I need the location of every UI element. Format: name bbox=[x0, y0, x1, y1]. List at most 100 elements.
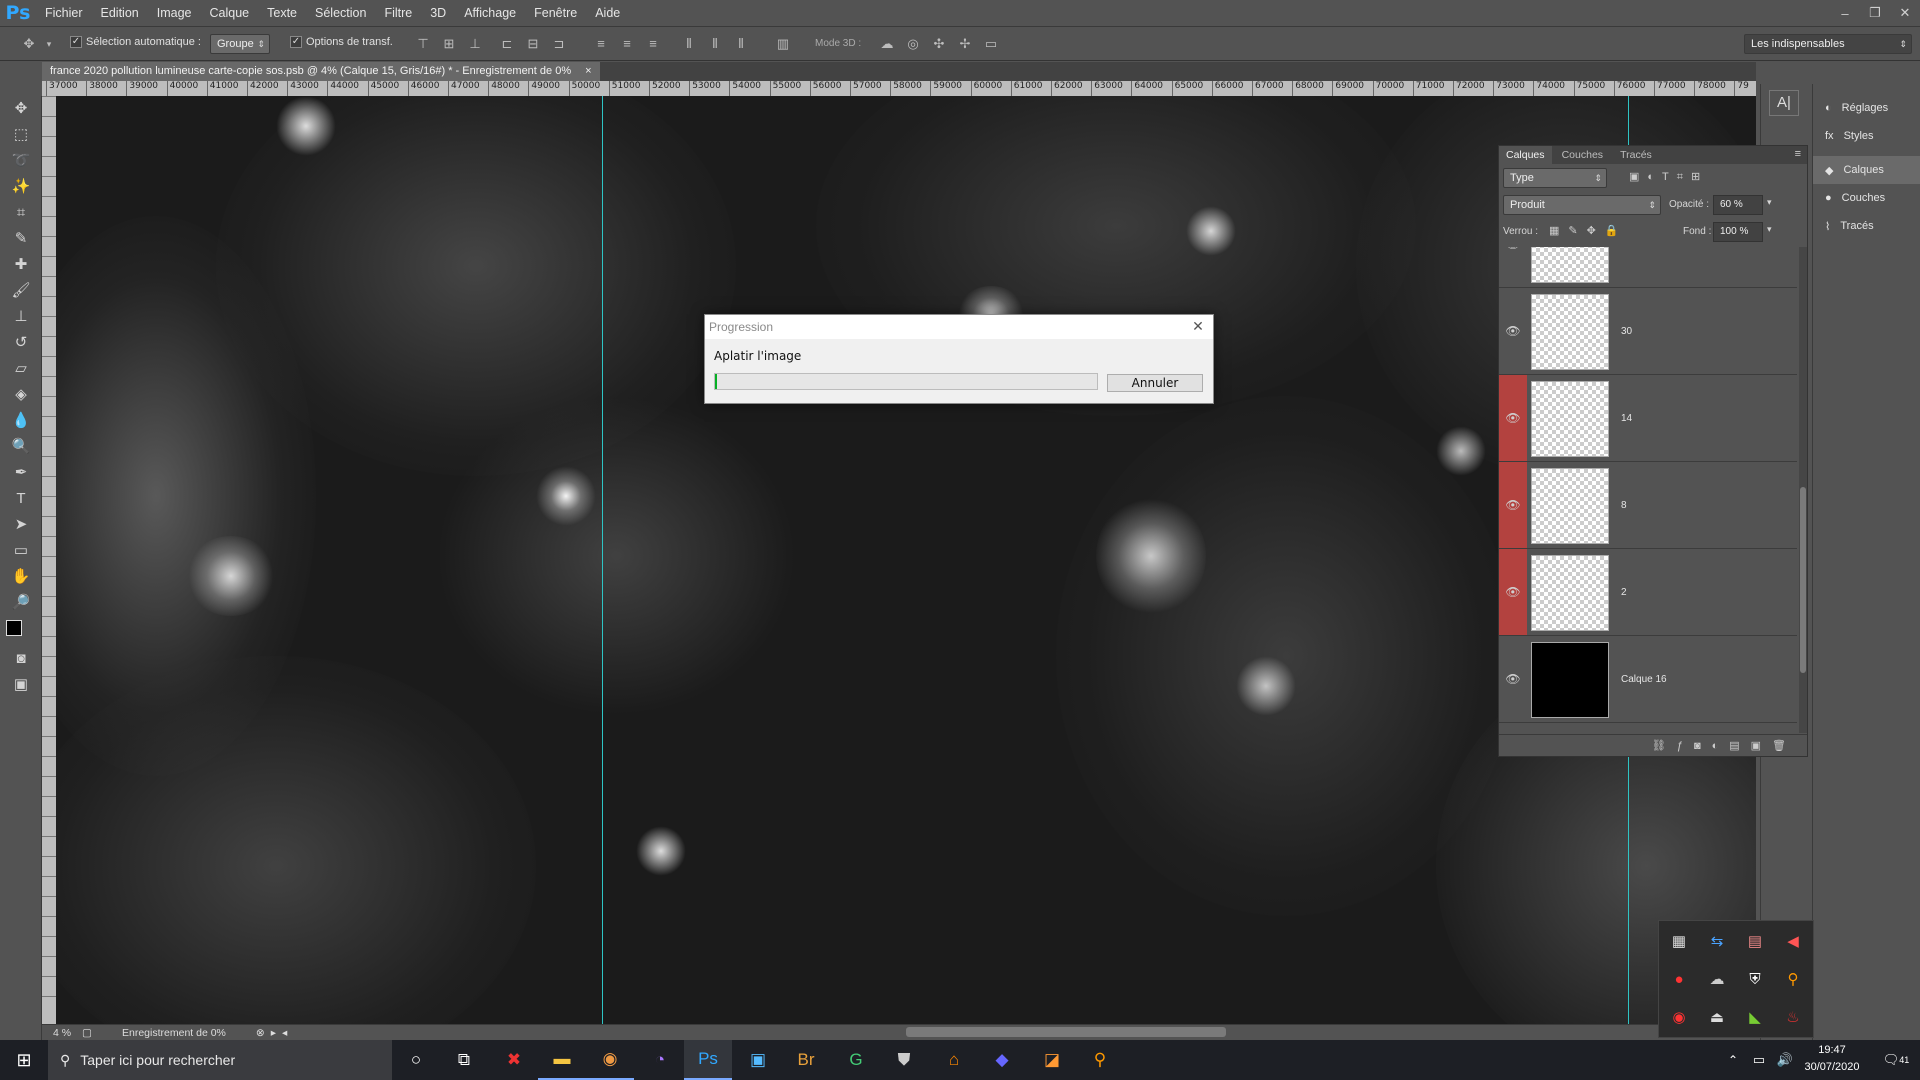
distribute-vcenter-icon[interactable]: ≡ bbox=[618, 35, 636, 53]
search-icon[interactable]: ⚲ bbox=[1775, 961, 1811, 997]
tab-calques[interactable]: Calques bbox=[1499, 146, 1552, 164]
tray-app-icon[interactable]: ♨ bbox=[1775, 999, 1811, 1035]
cancel-icon[interactable]: ⊗ bbox=[256, 1027, 265, 1039]
auto-select-dropdown[interactable]: Groupe bbox=[210, 34, 270, 54]
healing-brush-icon[interactable]: ✚ bbox=[0, 252, 42, 278]
teamviewer-icon[interactable]: ⇆ bbox=[1699, 923, 1735, 959]
dock-item-traces[interactable]: ⌇ Tracés bbox=[1813, 212, 1920, 240]
notification-icon[interactable]: 🗨 41 bbox=[1872, 1040, 1920, 1080]
panel-menu-icon[interactable]: ≡ bbox=[1795, 148, 1801, 160]
blend-mode-dropdown[interactable]: Produit bbox=[1503, 195, 1661, 215]
visibility-eye-icon[interactable]: 👁 bbox=[1499, 288, 1527, 374]
rectangle-tool-icon[interactable]: ▭ bbox=[0, 538, 42, 564]
nvidia-icon[interactable]: ◣ bbox=[1737, 999, 1773, 1035]
menu-3d[interactable]: 3D bbox=[421, 0, 455, 27]
fill-input[interactable]: 100 % bbox=[1713, 222, 1763, 242]
chevron-down-icon[interactable]: ▾ bbox=[40, 35, 58, 53]
tray-app-icon[interactable]: ☁ bbox=[1699, 961, 1735, 997]
zoom-level[interactable]: 4 % bbox=[42, 1027, 82, 1039]
chevron-down-icon[interactable]: ▾ bbox=[1767, 224, 1772, 235]
slide-3d-icon[interactable]: ✢ bbox=[956, 35, 974, 53]
align-top-icon[interactable]: ⊤ bbox=[414, 35, 432, 53]
workspace-dropdown[interactable]: Les indispensables bbox=[1744, 34, 1912, 54]
vertical-guide[interactable] bbox=[602, 96, 603, 1024]
align-right-icon[interactable]: ⊐ bbox=[550, 35, 568, 53]
app-icon-red-x[interactable]: ✖ bbox=[490, 1040, 538, 1080]
layer-row[interactable]: 👁 8 bbox=[1499, 462, 1797, 549]
filter-icons[interactable]: ▣◐T⌗⊞ bbox=[1629, 170, 1708, 184]
tab-couches[interactable]: Couches bbox=[1555, 146, 1610, 164]
dock-item-reglages[interactable]: ◐ Réglages bbox=[1813, 94, 1920, 122]
photoshop-taskbar-icon[interactable]: Ps bbox=[684, 1040, 732, 1080]
layer-name[interactable]: 14 bbox=[1621, 413, 1632, 424]
dock-item-styles[interactable]: fx Styles bbox=[1813, 122, 1920, 150]
layer-row[interactable]: 👁 2 bbox=[1499, 549, 1797, 636]
distribute-hcenter-icon[interactable]: ⫴ bbox=[706, 35, 724, 53]
tray-app-icon[interactable]: ● bbox=[1661, 961, 1697, 997]
distribute-bottom-icon[interactable]: ≡ bbox=[644, 35, 662, 53]
auto-align-icon[interactable]: ▥ bbox=[774, 35, 792, 53]
brush-tool-icon[interactable]: 🖌 bbox=[0, 278, 42, 304]
pen-tool-icon[interactable]: ✒ bbox=[0, 460, 42, 486]
tray-app-icon[interactable]: ▦ bbox=[1661, 923, 1697, 959]
search-app-icon[interactable]: ⚲ bbox=[1076, 1040, 1124, 1080]
paint-bucket-icon[interactable]: ◈ bbox=[0, 382, 42, 408]
menu-aide[interactable]: Aide bbox=[586, 0, 629, 27]
visibility-eye-icon[interactable]: 👁 bbox=[1499, 549, 1527, 635]
chevron-down-icon[interactable]: ▾ bbox=[1767, 197, 1772, 208]
visibility-eye-icon[interactable]: 👁 bbox=[1499, 375, 1527, 461]
close-icon[interactable]: ✕ bbox=[1890, 3, 1920, 23]
align-hcenter-icon[interactable]: ⊟ bbox=[524, 35, 542, 53]
layer-row[interactable]: 👁 60 bbox=[1499, 247, 1797, 288]
layer-row[interactable]: 👁 30 bbox=[1499, 288, 1797, 375]
dock-item-couches[interactable]: ● Couches bbox=[1813, 184, 1920, 212]
menu-fenetre[interactable]: Fenêtre bbox=[525, 0, 586, 27]
type-tool-icon[interactable]: T bbox=[0, 486, 42, 512]
menu-affichage[interactable]: Affichage bbox=[455, 0, 525, 27]
app-icon[interactable]: ◔ bbox=[636, 1040, 684, 1080]
windows-start-icon[interactable]: ⊞ bbox=[0, 1040, 48, 1080]
speaker-icon[interactable]: ◀ bbox=[1775, 923, 1811, 959]
restore-icon[interactable]: ❐ bbox=[1860, 3, 1890, 23]
pan-3d-icon[interactable]: ✣ bbox=[930, 35, 948, 53]
crop-tool-icon[interactable]: ⌗ bbox=[0, 200, 42, 226]
visibility-eye-icon[interactable]: 👁 bbox=[1499, 462, 1527, 548]
move-tool-icon[interactable]: ✥ bbox=[20, 35, 38, 53]
magic-wand-icon[interactable]: ✨ bbox=[0, 174, 42, 200]
document-tab[interactable]: france 2020 pollution lumineuse carte-co… bbox=[42, 62, 600, 81]
quick-mask-icon[interactable]: ◙ bbox=[0, 646, 42, 672]
minimize-icon[interactable]: – bbox=[1830, 3, 1860, 23]
chevron-right-icon[interactable]: ▸ bbox=[271, 1027, 276, 1039]
visibility-eye-icon[interactable]: 👁 bbox=[1499, 636, 1527, 722]
eraser-icon[interactable]: ▱ bbox=[0, 356, 42, 382]
app-icon[interactable]: ▣ bbox=[734, 1040, 782, 1080]
blur-tool-icon[interactable]: 💧 bbox=[0, 408, 42, 434]
layer-name[interactable]: 60 bbox=[1621, 247, 1632, 250]
layer-actions[interactable]: ⛓ƒ◙◐▤▣🗑 bbox=[1499, 734, 1807, 756]
tab-traces[interactable]: Tracés bbox=[1613, 146, 1659, 164]
clock[interactable]: 19:47 30/07/2020 bbox=[1800, 1042, 1864, 1076]
tray-app-icon[interactable]: ▤ bbox=[1737, 923, 1773, 959]
hand-tool-icon[interactable]: ✋ bbox=[0, 564, 42, 590]
file-explorer-icon[interactable]: ▬ bbox=[538, 1040, 586, 1080]
menu-calque[interactable]: Calque bbox=[201, 0, 259, 27]
auto-select-checkbox[interactable]: ✓ Sélection automatique : bbox=[70, 36, 201, 48]
tab-close-icon[interactable]: × bbox=[585, 62, 591, 81]
app-icon[interactable]: ⌂ bbox=[930, 1040, 978, 1080]
layer-name[interactable]: 8 bbox=[1621, 500, 1627, 511]
path-select-icon[interactable]: ➤ bbox=[0, 512, 42, 538]
align-left-icon[interactable]: ⊏ bbox=[498, 35, 516, 53]
distribute-right-icon[interactable]: ⫴ bbox=[732, 35, 750, 53]
horizontal-scrollbar[interactable] bbox=[906, 1027, 1226, 1037]
marquee-tool-icon[interactable]: ⬚ bbox=[0, 122, 42, 148]
cancel-button[interactable]: Annuler bbox=[1107, 374, 1203, 392]
layer-row[interactable]: 👁 14 bbox=[1499, 375, 1797, 462]
align-bottom-icon[interactable]: ⊥ bbox=[466, 35, 484, 53]
volume-icon[interactable]: 🔊 bbox=[1772, 1040, 1798, 1080]
dock-item-calques[interactable]: ◆ Calques bbox=[1813, 156, 1920, 184]
transform-options-checkbox[interactable]: ✓ Options de transf. bbox=[290, 36, 393, 48]
visibility-eye-icon[interactable]: 👁 bbox=[1499, 247, 1527, 287]
menu-image[interactable]: Image bbox=[148, 0, 201, 27]
distribute-left-icon[interactable]: ⫴ bbox=[680, 35, 698, 53]
menu-fichier[interactable]: Fichier bbox=[36, 0, 92, 27]
